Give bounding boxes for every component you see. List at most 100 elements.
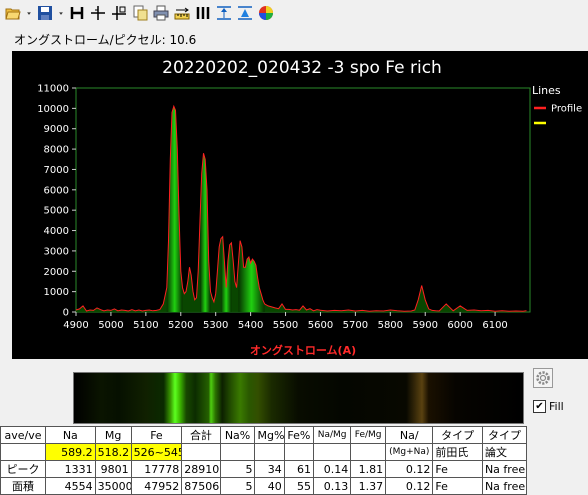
y-tick-label: 4000	[44, 226, 69, 237]
table-cell: 518.2	[94, 443, 132, 461]
table-cell: 47952	[130, 477, 183, 495]
x-tick-label: 5500	[273, 320, 298, 331]
y-tick-label: 9000	[44, 124, 69, 135]
table-cell: 61	[283, 460, 315, 478]
table-cell: Mg%	[254, 426, 285, 444]
table-cell	[181, 443, 221, 461]
table-cell: 34	[254, 460, 285, 478]
y-tick-label: 0	[63, 308, 69, 319]
x-tick-label: 5000	[98, 320, 123, 331]
plot-border	[75, 87, 531, 313]
results-table: ave/ve Na Mg Fe 合計 Na% Mg% Fe% Na/Mg Fe/Mg Na/タイプタ…	[0, 426, 528, 495]
h-marker-icon[interactable]	[67, 3, 87, 23]
fit-icon[interactable]	[235, 3, 255, 23]
ruler-icon[interactable]	[172, 3, 192, 23]
table-cell: 合計	[181, 426, 221, 444]
table-cell: 9801	[94, 460, 132, 478]
color-wheel-icon[interactable]	[256, 3, 276, 23]
table-cell: タイプ	[481, 426, 528, 444]
table-cell	[254, 443, 285, 461]
scale-label: オングストローム/ピクセル: 10.6	[14, 33, 197, 47]
table-cell: Na%	[219, 426, 256, 444]
table-cell: 28910	[181, 460, 221, 478]
settings-gear-icon[interactable]	[533, 368, 553, 388]
fill-checkbox[interactable]: ✔ Fill	[533, 400, 564, 413]
fill-checkbox-label: Fill	[549, 400, 564, 413]
y-tick-label: 11000	[37, 84, 69, 95]
table-cell: 87506	[181, 477, 221, 495]
print-icon[interactable]	[151, 3, 171, 23]
spectrum-strip	[73, 372, 524, 424]
table-cell: Na free	[481, 460, 528, 478]
profile-line	[75, 104, 527, 312]
chart-svg: 20220202_020432 -3 spo Fe rich 0 1000 2000 3…	[37, 58, 582, 357]
table-cell: 40	[254, 477, 285, 495]
table-cell: (Mg+Na)	[385, 443, 434, 461]
x-tick-label: 5200	[168, 320, 193, 331]
table-cell: 1331	[45, 460, 96, 478]
y-tick-label: 10000	[37, 104, 69, 115]
table-cell: Na	[45, 426, 96, 444]
table-cell	[313, 443, 352, 461]
peak-marker-icon[interactable]	[214, 3, 234, 23]
x-tick-label: 5700	[343, 320, 368, 331]
table-cell: Na/Mg	[313, 426, 352, 444]
y-tick-label: 8000	[44, 145, 69, 156]
save-icon[interactable]	[35, 3, 55, 23]
y-tick-label: 7000	[44, 165, 69, 176]
legend-entry-label: Profile	[551, 104, 582, 115]
cross-split-icon[interactable]	[109, 3, 129, 23]
table-cell: タイプ	[432, 426, 483, 444]
cross-cursor-icon[interactable]	[88, 3, 108, 23]
profile-area-fill	[76, 106, 527, 312]
spectrum-chart[interactable]: 20220202_020432 -3 spo Fe rich 0 1000 2000 3…	[12, 51, 588, 359]
table-cell: 論文	[481, 443, 528, 461]
table-cell	[350, 443, 387, 461]
table-cell: 5	[219, 477, 256, 495]
table-cell: 前田氏	[432, 443, 483, 461]
x-tick-label: 5400	[238, 320, 263, 331]
table-cell: 0.12	[385, 477, 434, 495]
table-row: ピーク 1331 9801 17778 28910 5 34 61 0.14 1.81 0.12 Fe…	[0, 460, 528, 478]
x-tick-label: 4900	[63, 320, 88, 331]
dropdown-arrow-icon[interactable]	[24, 3, 34, 23]
table-cell	[283, 443, 315, 461]
x-tick-label: 6000	[447, 320, 472, 331]
y-tick-label: 1000	[44, 287, 69, 298]
table-cell: 0.14	[313, 460, 352, 478]
table-cell: Na free	[481, 477, 528, 495]
table-cell: 17778	[130, 460, 183, 478]
copy-icon[interactable]	[130, 3, 150, 23]
checkbox-box[interactable]: ✔	[533, 400, 546, 413]
y-tick-label: 6000	[44, 185, 69, 196]
table-row: ave/ve Na Mg Fe 合計 Na% Mg% Fe% Na/Mg Fe/Mg Na/タイプタ…	[0, 426, 528, 444]
x-tick-label: 5600	[308, 320, 333, 331]
table-cell: 1.81	[350, 460, 387, 478]
table-cell	[219, 443, 256, 461]
table-cell: 4554	[45, 477, 96, 495]
table-cell	[0, 443, 47, 461]
x-tick-label: 6100	[482, 320, 507, 331]
dropdown-arrow-icon[interactable]	[56, 3, 66, 23]
table-cell: 5	[219, 460, 256, 478]
table-cell: Na/	[385, 426, 434, 444]
table-cell: Fe	[432, 477, 483, 495]
y-tick-label: 3000	[44, 246, 69, 257]
table-cell: 0.13	[313, 477, 352, 495]
x-tick-label: 5800	[378, 320, 403, 331]
table-cell: Fe	[130, 426, 183, 444]
x-tick-label: 5900	[413, 320, 438, 331]
x-tick-label: 5300	[203, 320, 228, 331]
table-cell: ピーク	[0, 460, 47, 478]
table-cell: 0.12	[385, 460, 434, 478]
open-folder-icon[interactable]	[3, 3, 23, 23]
y-tick-label: 5000	[44, 206, 69, 217]
x-axis-label: オングストローム(A)	[250, 343, 356, 357]
legend-title: Lines	[532, 84, 561, 97]
table-cell: 589.2	[45, 443, 96, 461]
table-cell: 55	[283, 477, 315, 495]
y-tick-label: 2000	[44, 267, 69, 278]
table-cell: Fe%	[283, 426, 315, 444]
vertical-lines-icon[interactable]	[193, 3, 213, 23]
chart-title: 20220202_020432 -3 spo Fe rich	[162, 58, 442, 78]
